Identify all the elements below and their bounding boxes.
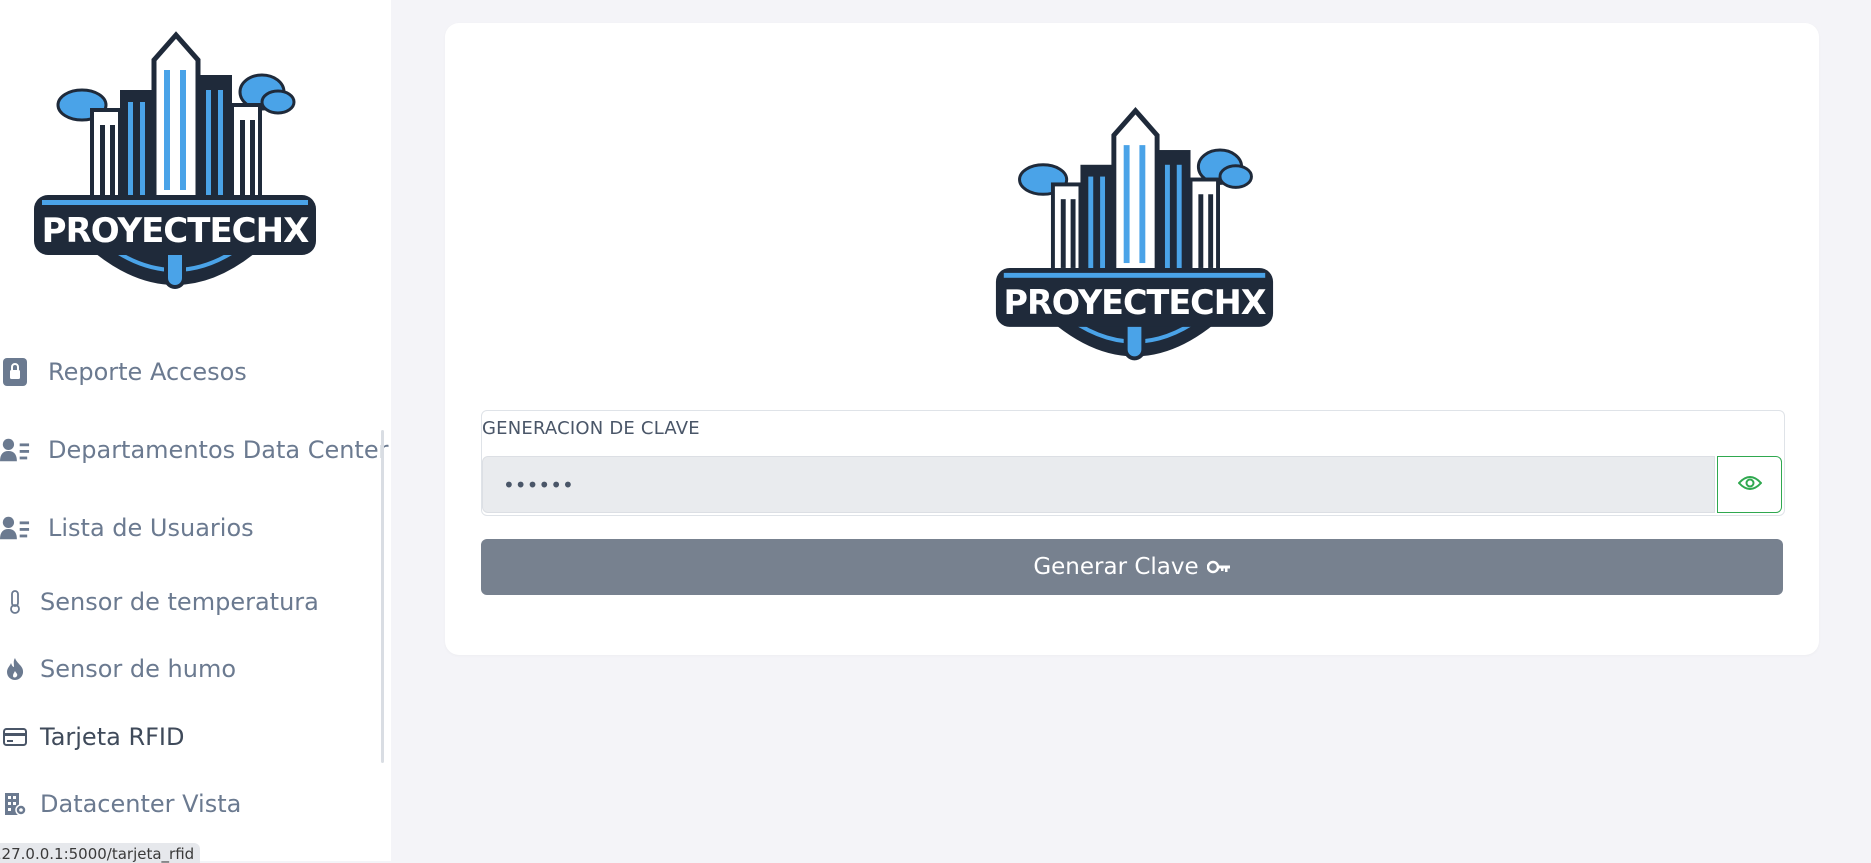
sidebar-item-departamentos[interactable]: Departamentos Data Center: [0, 428, 388, 472]
sidebar-scrollbar[interactable]: [381, 430, 384, 763]
sidebar-logo[interactable]: [30, 30, 320, 298]
main-logo: [992, 105, 1277, 370]
sidebar-item-datacenter-vista[interactable]: Datacenter Vista: [0, 782, 241, 826]
toggle-password-visibility-button[interactable]: [1717, 456, 1782, 513]
generate-key-button[interactable]: Generar Clave: [481, 539, 1783, 595]
password-field[interactable]: [482, 456, 1715, 513]
credit-card-icon: [0, 722, 30, 752]
status-bar-url: 127.0.0.1:5000/tarjeta_rfid: [0, 843, 200, 863]
sidebar-item-sensor-humo[interactable]: Sensor de humo: [0, 647, 236, 691]
thermometer-icon: [0, 587, 30, 617]
sidebar-item-label: Datacenter Vista: [40, 790, 242, 818]
user-list-icon: [0, 435, 30, 465]
key-icon: [1206, 555, 1231, 580]
building-icon: [0, 789, 30, 819]
sidebar-item-label: Reporte Accesos: [48, 358, 247, 386]
sidebar-item-label: Sensor de temperatura: [40, 588, 319, 616]
eye-icon: [1737, 475, 1762, 495]
generate-key-label: Generar Clave: [1033, 554, 1199, 580]
sidebar-item-reporte-accesos[interactable]: Reporte Accesos: [0, 350, 247, 394]
brand-logo-icon: [30, 30, 320, 298]
user-list-icon: [0, 513, 30, 543]
lock-icon: [0, 357, 30, 387]
sidebar-item-tarjeta-rfid[interactable]: Tarjeta RFID: [0, 715, 184, 759]
sidebar-item-lista-usuarios[interactable]: Lista de Usuarios: [0, 506, 254, 550]
sidebar-item-label: Departamentos Data Center: [48, 436, 389, 464]
sidebar-item-label: Lista de Usuarios: [48, 514, 254, 542]
sidebar-item-label: Tarjeta RFID: [40, 723, 185, 751]
password-section-label: GENERACION DE CLAVE: [482, 418, 700, 439]
brand-logo-icon: [992, 105, 1277, 370]
sidebar-item-label: Sensor de humo: [40, 655, 237, 683]
sidebar: Reporte Accesos Departamentos Data Cente…: [0, 0, 391, 861]
sidebar-item-sensor-temperatura[interactable]: Sensor de temperatura: [0, 580, 319, 624]
fire-icon: [0, 654, 30, 684]
